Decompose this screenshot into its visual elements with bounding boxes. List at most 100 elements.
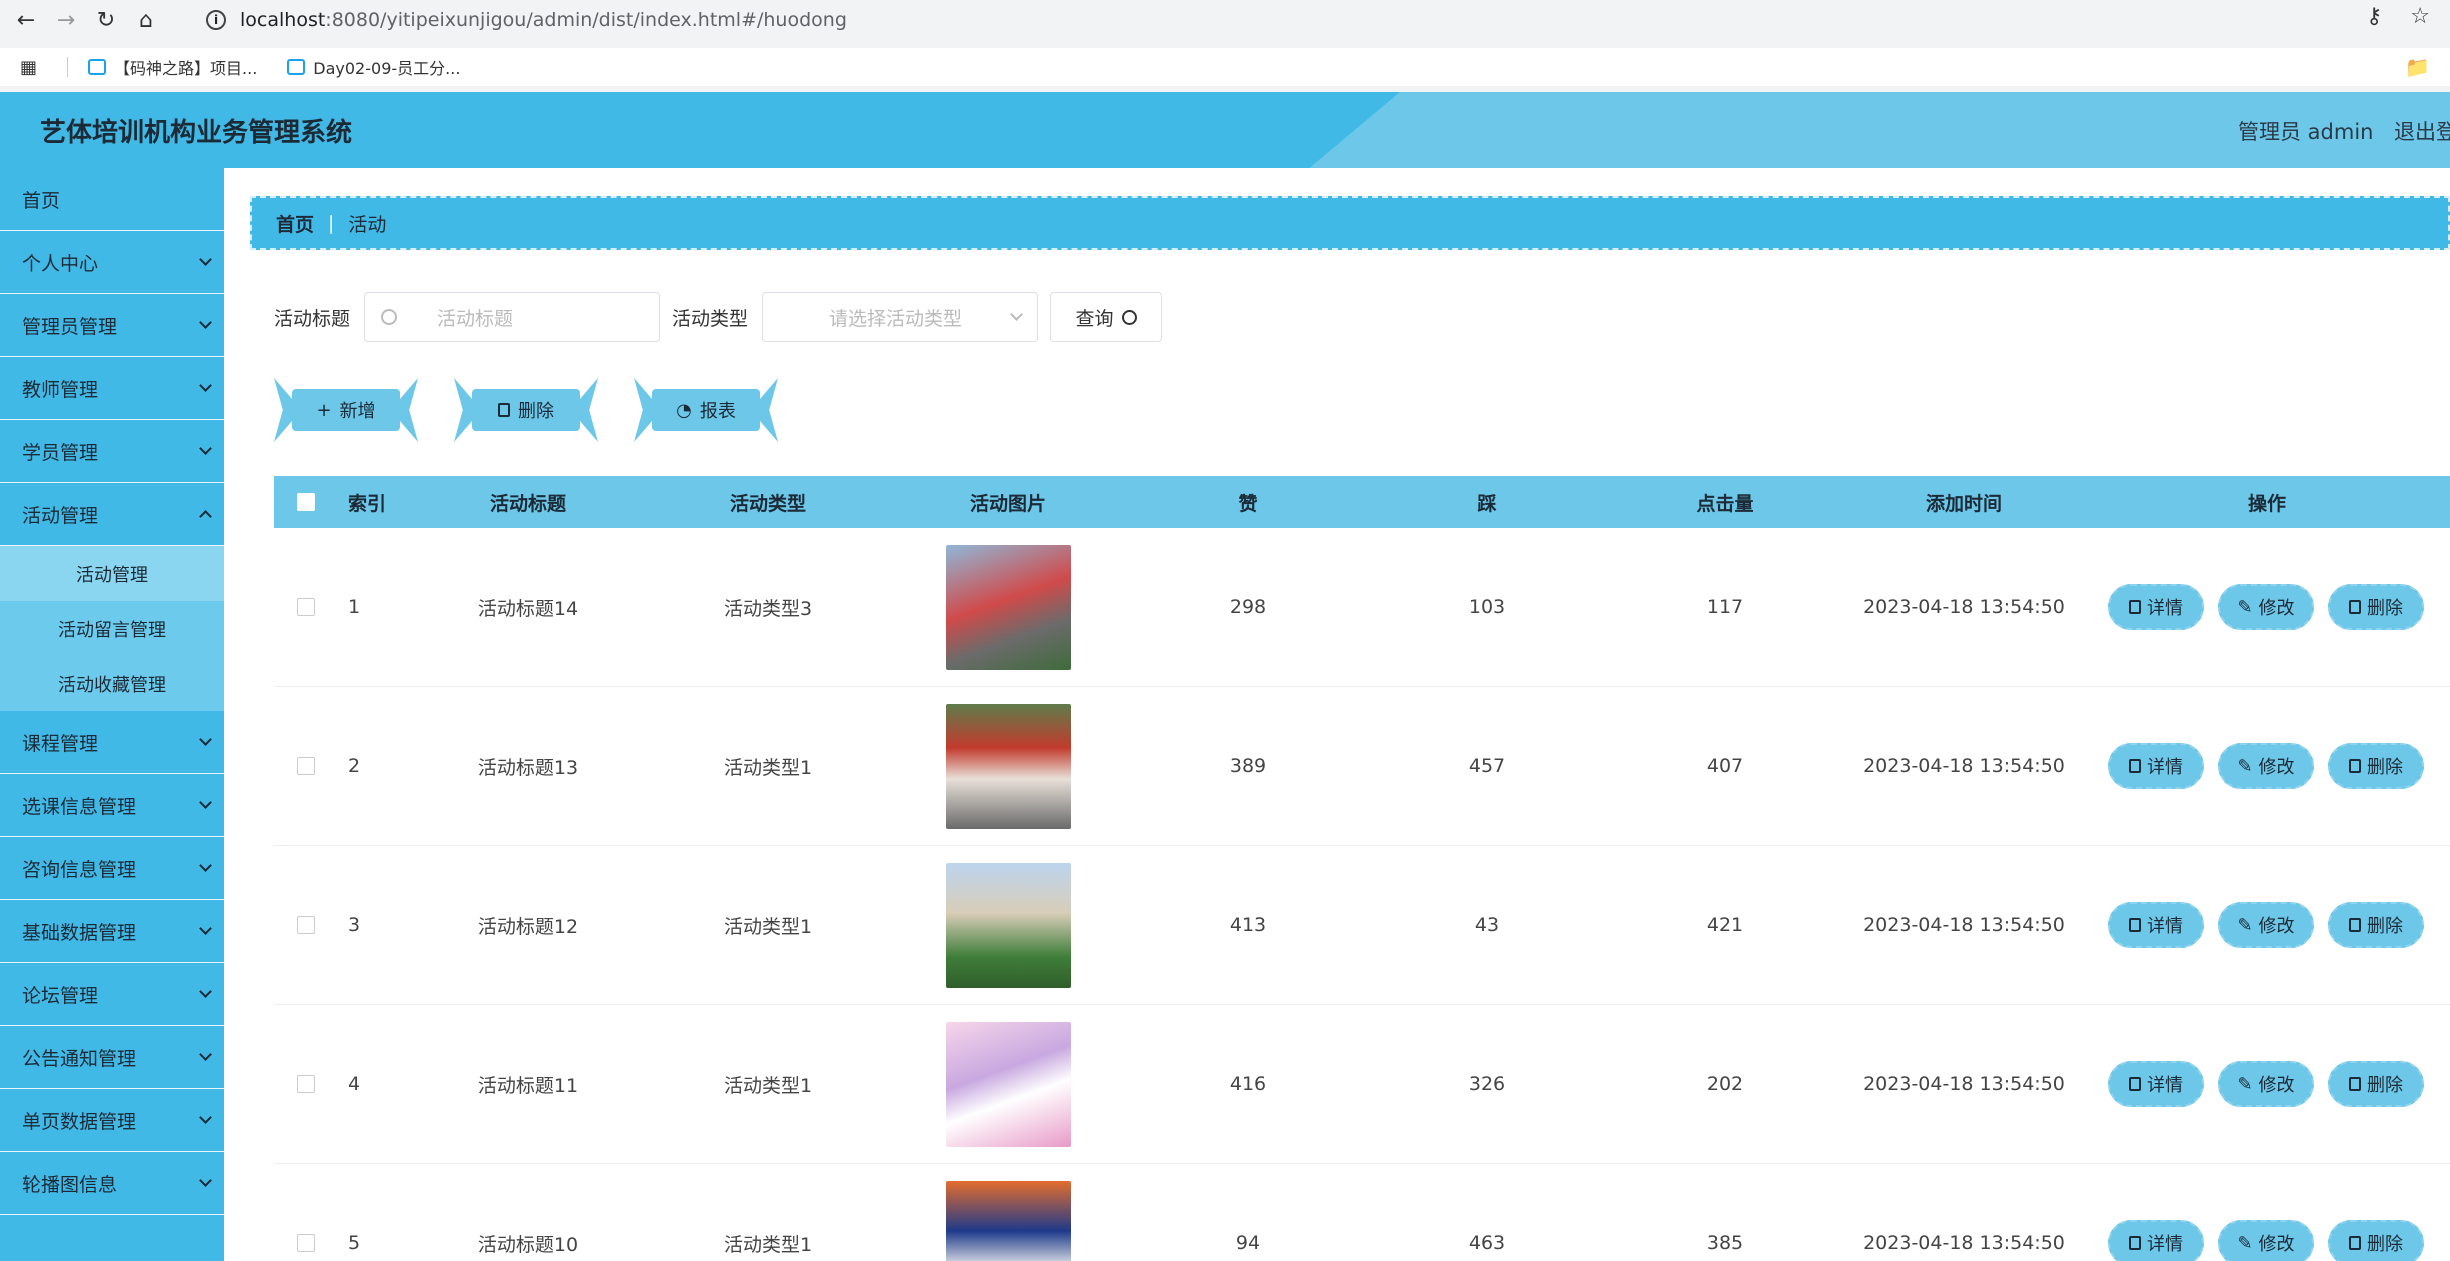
button-decoration bbox=[576, 378, 598, 442]
sidebar-item-basic-data[interactable]: 基础数据管理 bbox=[0, 900, 224, 963]
sidebar-item-profile[interactable]: 个人中心 bbox=[0, 231, 224, 294]
logout-link[interactable]: 退出登录 bbox=[2394, 116, 2450, 146]
row-dislikes: 463 bbox=[1468, 1232, 1506, 1254]
detail-button[interactable]: 详情 bbox=[2108, 584, 2204, 630]
sidebar-item-single-page[interactable]: 单页数据管理 bbox=[0, 1089, 224, 1152]
sidebar-item-label: 学员管理 bbox=[22, 441, 99, 464]
detail-button[interactable]: 详情 bbox=[2108, 1061, 2204, 1107]
delete-button[interactable]: 删除 bbox=[2328, 584, 2424, 630]
sidebar-item-activities[interactable]: 活动管理 bbox=[0, 483, 224, 546]
sidebar-item-teachers[interactable]: 教师管理 bbox=[0, 357, 224, 420]
activity-image[interactable] bbox=[945, 862, 1071, 988]
row-title: 活动标题11 bbox=[477, 1074, 579, 1097]
edit-button-label: 修改 bbox=[2258, 1234, 2295, 1255]
edit-button[interactable]: ✎ 修改 bbox=[2218, 584, 2314, 630]
activity-image[interactable] bbox=[945, 544, 1071, 670]
row-title: 活动标题14 bbox=[477, 597, 579, 620]
button-decoration bbox=[274, 378, 296, 442]
sidebar-item-label: 基础数据管理 bbox=[22, 921, 137, 944]
sidebar-item-label: 咨询信息管理 bbox=[22, 858, 137, 881]
activity-image[interactable] bbox=[945, 1021, 1071, 1147]
chevron-down-icon bbox=[199, 922, 212, 935]
row-title: 活动标题10 bbox=[477, 1233, 579, 1256]
title-filter-label: 活动标题 bbox=[274, 307, 351, 330]
trash-icon bbox=[2349, 1077, 2361, 1091]
select-all-checkbox[interactable] bbox=[297, 493, 315, 511]
row-clicks: 117 bbox=[1706, 596, 1744, 618]
sidebar-subitem-activity-comments[interactable]: 活动留言管理 bbox=[0, 601, 224, 656]
detail-button-label: 详情 bbox=[2147, 598, 2183, 619]
back-icon[interactable]: ← bbox=[6, 0, 46, 40]
sidebar-item-enrollment[interactable]: 选课信息管理 bbox=[0, 774, 224, 837]
row-checkbox[interactable] bbox=[297, 916, 315, 934]
col-header: 索引 bbox=[348, 492, 387, 515]
bookmark-item[interactable]: 【码神之路】项目... bbox=[88, 55, 257, 79]
edit-button[interactable]: ✎ 修改 bbox=[2218, 902, 2314, 948]
delete-button-label: 删除 bbox=[2367, 1075, 2403, 1096]
address-bar-row: ← → ↻ ⌂ i localhost:8080/yitipeixunjigou… bbox=[0, 0, 2450, 40]
edit-button[interactable]: ✎ 修改 bbox=[2218, 743, 2314, 789]
breadcrumb-home[interactable]: 首页 bbox=[276, 210, 314, 237]
edit-button[interactable]: ✎ 修改 bbox=[2218, 1061, 2314, 1107]
bookmark-item[interactable]: Day02-09-员工分... bbox=[287, 55, 460, 79]
folder-icon[interactable]: 📁 bbox=[2405, 55, 2430, 79]
row-operations: 详情 ✎ 修改 删除 bbox=[2084, 584, 2450, 630]
delete-button[interactable]: 删除 bbox=[2328, 1220, 2424, 1261]
batch-delete-button[interactable]: 删除 bbox=[454, 378, 598, 442]
row-checkbox[interactable] bbox=[297, 1075, 315, 1093]
url-field[interactable]: i localhost:8080/yitipeixunjigou/admin/d… bbox=[190, 3, 2390, 37]
edit-button[interactable]: ✎ 修改 bbox=[2218, 1220, 2314, 1261]
button-decoration bbox=[756, 378, 778, 442]
add-button[interactable]: + 新增 bbox=[274, 378, 418, 442]
activity-image[interactable] bbox=[945, 1180, 1071, 1261]
type-select[interactable]: 请选择活动类型 bbox=[762, 292, 1039, 342]
delete-button[interactable]: 删除 bbox=[2328, 743, 2424, 789]
sidebar-item-label: 个人中心 bbox=[22, 252, 99, 275]
detail-button[interactable]: 详情 bbox=[2108, 1220, 2204, 1261]
bookmark-star-icon[interactable]: ☆ bbox=[2410, 4, 2430, 29]
sidebar-item-announcements[interactable]: 公告通知管理 bbox=[0, 1026, 224, 1089]
table-body: 1 活动标题14 活动类型3 298 103 117 2023-04-18 13:54:50… bbox=[274, 528, 2450, 1261]
password-key-icon[interactable]: ⚷ bbox=[2366, 4, 2382, 29]
bilibili-icon bbox=[88, 59, 107, 75]
sidebar-item-carousel[interactable]: 轮播图信息 bbox=[0, 1152, 224, 1215]
detail-button[interactable]: 详情 bbox=[2108, 902, 2204, 948]
report-button[interactable]: ◔ 报表 bbox=[634, 378, 778, 442]
apps-grid-icon[interactable]: ▦ bbox=[20, 57, 37, 78]
site-info-icon[interactable]: i bbox=[206, 10, 226, 30]
query-button[interactable]: 查询 bbox=[1050, 292, 1163, 342]
home-icon[interactable]: ⌂ bbox=[126, 0, 166, 40]
delete-button[interactable]: 删除 bbox=[2328, 902, 2424, 948]
row-checkbox[interactable] bbox=[297, 1234, 315, 1252]
bookmark-label: 【码神之路】项目... bbox=[114, 59, 258, 78]
row-dislikes: 43 bbox=[1474, 914, 1500, 936]
row-likes: 413 bbox=[1229, 914, 1267, 936]
sidebar-subitem-activity-manage[interactable]: 活动管理 bbox=[0, 546, 224, 601]
row-checkbox[interactable] bbox=[297, 598, 315, 616]
detail-button-label: 详情 bbox=[2147, 1234, 2183, 1255]
sidebar-item-admins[interactable]: 管理员管理 bbox=[0, 294, 224, 357]
row-checkbox[interactable] bbox=[297, 757, 315, 775]
row-dislikes: 457 bbox=[1468, 755, 1506, 777]
forward-icon[interactable]: → bbox=[46, 0, 86, 40]
sidebar-subitem-activity-favorites[interactable]: 活动收藏管理 bbox=[0, 656, 224, 711]
row-operations: 详情 ✎ 修改 删除 bbox=[2084, 1061, 2450, 1107]
row-index: 2 bbox=[348, 755, 361, 777]
activity-image[interactable] bbox=[945, 703, 1071, 829]
title-search-input[interactable]: 活动标题 bbox=[364, 292, 661, 342]
sidebar-item-consulting[interactable]: 咨询信息管理 bbox=[0, 837, 224, 900]
button-decoration bbox=[634, 378, 656, 442]
document-icon bbox=[2129, 1077, 2141, 1091]
row-time: 2023-04-18 13:54:50 bbox=[1863, 755, 2065, 777]
col-header: 活动标题 bbox=[489, 492, 566, 515]
sidebar-item-students[interactable]: 学员管理 bbox=[0, 420, 224, 483]
chevron-down-icon bbox=[199, 442, 212, 455]
reload-icon[interactable]: ↻ bbox=[86, 0, 126, 40]
sidebar-item-forum[interactable]: 论坛管理 bbox=[0, 963, 224, 1026]
delete-button[interactable]: 删除 bbox=[2328, 1061, 2424, 1107]
row-type: 活动类型1 bbox=[723, 1074, 813, 1097]
detail-button[interactable]: 详情 bbox=[2108, 743, 2204, 789]
row-type: 活动类型1 bbox=[723, 915, 813, 938]
sidebar-item-courses[interactable]: 课程管理 bbox=[0, 711, 224, 774]
sidebar-item-home[interactable]: 首页 bbox=[0, 168, 224, 231]
